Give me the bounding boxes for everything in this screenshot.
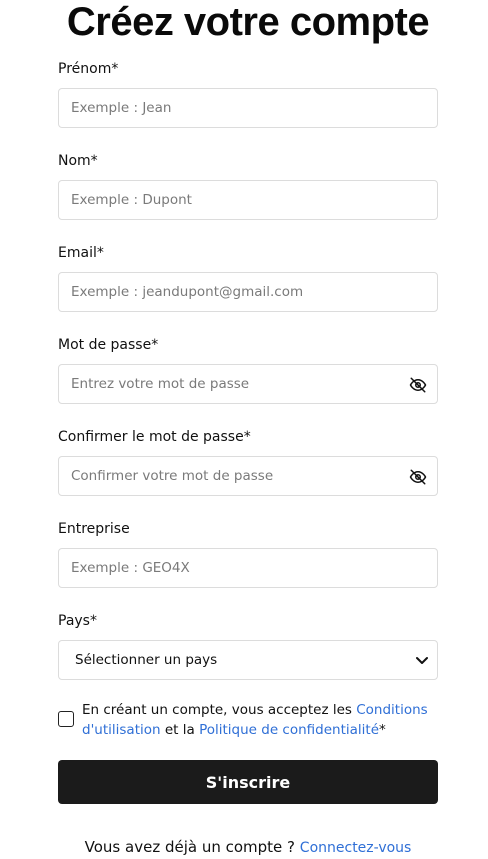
- company-placeholder: Exemple : GEO4X: [71, 560, 190, 576]
- confirm-password-label: Confirmer le mot de passe*: [58, 429, 251, 445]
- eye-off-icon[interactable]: [409, 468, 427, 486]
- first-name-placeholder: Exemple : Jean: [71, 100, 172, 116]
- signup-button-label: S'inscrire: [205, 772, 291, 792]
- password-input[interactable]: Entrez votre mot de passe: [58, 364, 438, 404]
- password-label: Mot de passe*: [58, 337, 159, 353]
- login-prompt-text: Vous avez déjà un compte ?: [84, 838, 300, 856]
- email-input[interactable]: Exemple : jeandupont@gmail.com: [58, 272, 438, 312]
- consent-required-mark: *: [379, 722, 386, 738]
- last-name-placeholder: Exemple : Dupont: [71, 192, 192, 208]
- first-name-label: Prénom*: [58, 61, 119, 77]
- company-input[interactable]: Exemple : GEO4X: [58, 548, 438, 588]
- login-link[interactable]: Connectez-vous: [300, 840, 412, 856]
- password-placeholder: Entrez votre mot de passe: [71, 376, 250, 392]
- first-name-input[interactable]: Exemple : Jean: [58, 88, 438, 128]
- login-prompt: Vous avez déjà un compte ? Connectez-vou…: [0, 837, 488, 858]
- eye-off-icon[interactable]: [409, 376, 427, 394]
- last-name-label: Nom*: [58, 153, 98, 169]
- country-label: Pays*: [58, 613, 97, 629]
- consent-text-middle: et la: [160, 722, 200, 738]
- country-selected-value: Sélectionner un pays: [75, 652, 218, 668]
- consent-checkbox[interactable]: [58, 711, 74, 727]
- consent-text: En créant un compte, vous acceptez les C…: [82, 700, 442, 740]
- confirm-password-input[interactable]: Confirmer votre mot de passe: [58, 456, 438, 496]
- country-select[interactable]: Sélectionner un pays: [58, 640, 438, 680]
- page-title: Créez votre compte: [66, 0, 430, 44]
- email-placeholder: Exemple : jeandupont@gmail.com: [71, 284, 304, 300]
- email-label: Email*: [58, 245, 104, 261]
- chevron-down-icon: [416, 657, 428, 664]
- consent-text-before: En créant un compte, vous acceptez les: [82, 702, 357, 718]
- confirm-password-placeholder: Confirmer votre mot de passe: [71, 468, 274, 484]
- signup-button[interactable]: S'inscrire: [58, 760, 438, 804]
- company-label: Entreprise: [58, 521, 130, 537]
- last-name-input[interactable]: Exemple : Dupont: [58, 180, 438, 220]
- privacy-link[interactable]: Politique de confidentialité: [199, 722, 379, 738]
